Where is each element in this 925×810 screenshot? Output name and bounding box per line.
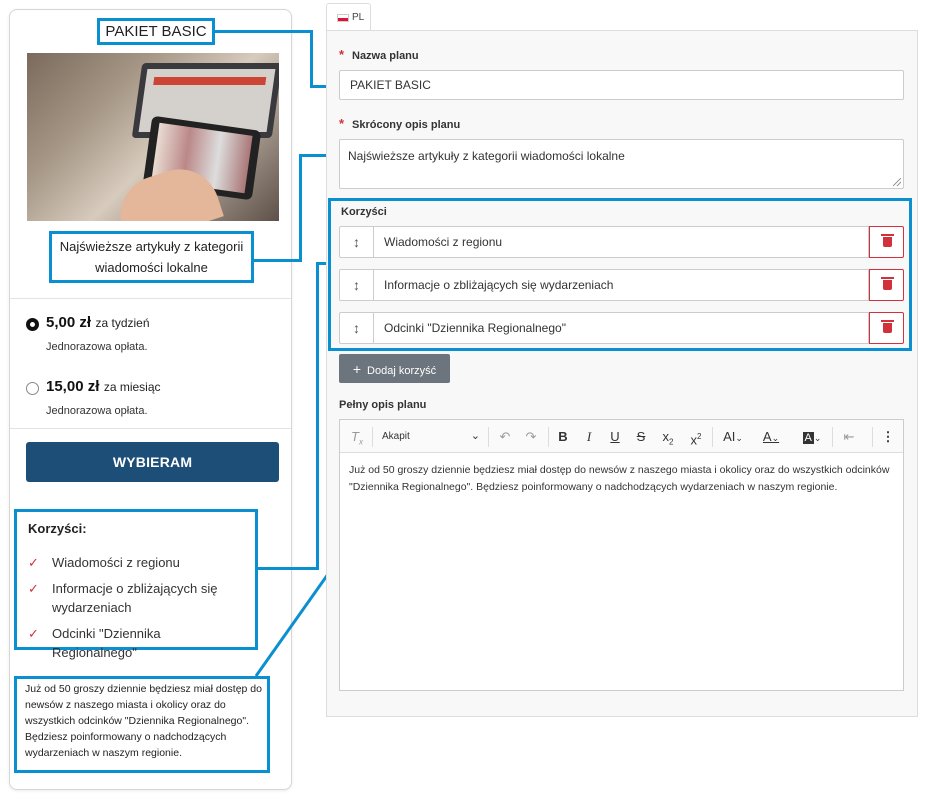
price-note: Jednorazowa opłata. bbox=[46, 341, 148, 353]
flag-icon bbox=[337, 14, 349, 22]
underline-icon[interactable]: U bbox=[604, 420, 626, 453]
clear-format-icon[interactable]: Tx bbox=[346, 420, 368, 453]
benefit-text: Wiadomości z regionu bbox=[52, 555, 180, 570]
connector-line bbox=[215, 30, 312, 33]
toolbar-separator bbox=[712, 427, 713, 447]
benefit-text: Informacje o zbliżających się wydarzenia… bbox=[52, 581, 218, 615]
preview-short-description: Najświeższe artykuły z kategorii wiadomo… bbox=[49, 231, 254, 283]
short-description-textarea[interactable]: Najświeższe artykuły z kategorii wiadomo… bbox=[339, 139, 904, 189]
required-marker: * bbox=[339, 116, 345, 131]
preview-full-description: Już od 50 groszy dziennie będziesz miał … bbox=[14, 676, 270, 773]
background-color-icon[interactable]: A ⌄ bbox=[794, 420, 830, 453]
benefits-label: Korzyści bbox=[341, 206, 387, 218]
choose-plan-button[interactable]: WYBIERAM bbox=[26, 442, 279, 482]
toolbar-separator bbox=[488, 427, 489, 447]
price-period: za tydzień bbox=[95, 316, 150, 330]
short-description-label: Skrócony opis planu bbox=[352, 119, 461, 131]
plan-name-input[interactable] bbox=[339, 70, 904, 100]
divider bbox=[10, 428, 291, 429]
bold-icon[interactable]: B bbox=[552, 420, 574, 453]
toolbar-separator bbox=[872, 427, 873, 447]
italic-icon[interactable]: I bbox=[578, 420, 600, 453]
check-icon: ✓ bbox=[28, 555, 39, 570]
drag-handle-icon[interactable]: ↕ bbox=[339, 269, 374, 301]
delete-benefit-button[interactable] bbox=[869, 269, 904, 301]
plus-icon: + bbox=[352, 360, 362, 377]
full-description-label: Pełny opis planu bbox=[339, 399, 427, 411]
price-amount: 15,00 zł bbox=[46, 378, 100, 395]
drag-handle-icon[interactable]: ↕ bbox=[339, 226, 374, 258]
check-icon: ✓ bbox=[28, 626, 39, 641]
benefit-input[interactable] bbox=[373, 312, 869, 344]
drag-handle-icon[interactable]: ↕ bbox=[339, 312, 374, 344]
benefit-input[interactable] bbox=[373, 269, 869, 301]
divider bbox=[10, 298, 291, 299]
delete-benefit-button[interactable] bbox=[869, 226, 904, 258]
connector-line bbox=[310, 30, 313, 87]
price-period: za miesiąc bbox=[103, 380, 161, 394]
plan-image bbox=[27, 53, 279, 221]
benefit-item: ✓ Informacje o zbliżających się wydarzen… bbox=[28, 579, 242, 617]
preview-benefits: Korzyści: ✓ Wiadomości z regionu ✓ Infor… bbox=[14, 509, 258, 660]
undo-icon[interactable]: ↶ bbox=[494, 420, 516, 453]
redo-icon[interactable]: ↷ bbox=[520, 420, 542, 453]
font-size-icon[interactable]: AI⌄ bbox=[716, 420, 750, 453]
trash-icon bbox=[881, 234, 894, 247]
resize-grip-icon[interactable] bbox=[893, 178, 901, 186]
outdent-icon[interactable]: ⇤ bbox=[836, 420, 862, 453]
connector-line bbox=[254, 259, 301, 262]
radio-selected-icon[interactable] bbox=[26, 318, 39, 331]
short-description-value: Najświeższe artykuły z kategorii wiadomo… bbox=[348, 149, 625, 163]
benefit-row: ↕ bbox=[339, 269, 905, 301]
tab-language-pl[interactable]: PL bbox=[326, 3, 371, 31]
strikethrough-icon[interactable]: S bbox=[630, 420, 652, 453]
connector-line bbox=[299, 154, 302, 262]
font-color-icon[interactable]: A⌄ bbox=[754, 420, 788, 453]
benefit-text: Odcinki "Dziennika Regionalnego" bbox=[52, 626, 161, 660]
add-benefit-label: Dodaj korzyść bbox=[367, 364, 437, 377]
trash-icon bbox=[881, 277, 894, 290]
preview-plan-name: PAKIET BASIC bbox=[97, 18, 215, 45]
subscript-icon[interactable]: x2 bbox=[656, 420, 680, 453]
price-note: Jednorazowa opłata. bbox=[46, 405, 148, 417]
toolbar-separator bbox=[832, 427, 833, 447]
radio-icon[interactable] bbox=[26, 382, 39, 395]
heading-select-value: Akapit bbox=[382, 431, 410, 442]
heading-select[interactable]: Akapit ⌄ bbox=[376, 420, 486, 453]
delete-benefit-button[interactable] bbox=[869, 312, 904, 344]
chevron-down-icon: ⌄ bbox=[470, 430, 480, 442]
benefits-heading: Korzyści: bbox=[28, 521, 87, 536]
superscript-icon[interactable]: x2 bbox=[684, 420, 708, 453]
benefit-item: ✓ Odcinki "Dziennika Regionalnego" bbox=[28, 624, 242, 662]
benefit-input[interactable] bbox=[373, 226, 869, 258]
toolbar-separator bbox=[372, 427, 373, 447]
rich-text-editor: Tx Akapit ⌄ ↶ ↷ B I U S x2 x2 AI⌄ A⌄ A ⌄ ⇤… bbox=[339, 419, 904, 691]
benefit-item: ✓ Wiadomości z regionu bbox=[28, 553, 242, 572]
trash-icon bbox=[881, 320, 894, 333]
benefits-editor: Korzyści ↕ ↕ ↕ bbox=[328, 198, 912, 351]
price-amount: 5,00 zł bbox=[46, 314, 92, 331]
add-benefit-button[interactable]: + Dodaj korzyść bbox=[339, 354, 450, 383]
toolbar-separator bbox=[548, 427, 549, 447]
editor-toolbar: Tx Akapit ⌄ ↶ ↷ B I U S x2 x2 AI⌄ A⌄ A ⌄ ⇤… bbox=[340, 420, 903, 453]
required-marker: * bbox=[339, 47, 345, 62]
more-options-icon[interactable]: ⋮ bbox=[878, 420, 898, 453]
check-icon: ✓ bbox=[28, 581, 39, 596]
editor-content[interactable]: Już od 50 groszy dziennie będziesz miał … bbox=[349, 462, 894, 496]
benefit-row: ↕ bbox=[339, 226, 905, 258]
tab-label: PL bbox=[352, 12, 365, 23]
benefit-row: ↕ bbox=[339, 312, 905, 344]
plan-name-label: Nazwa planu bbox=[352, 50, 419, 62]
